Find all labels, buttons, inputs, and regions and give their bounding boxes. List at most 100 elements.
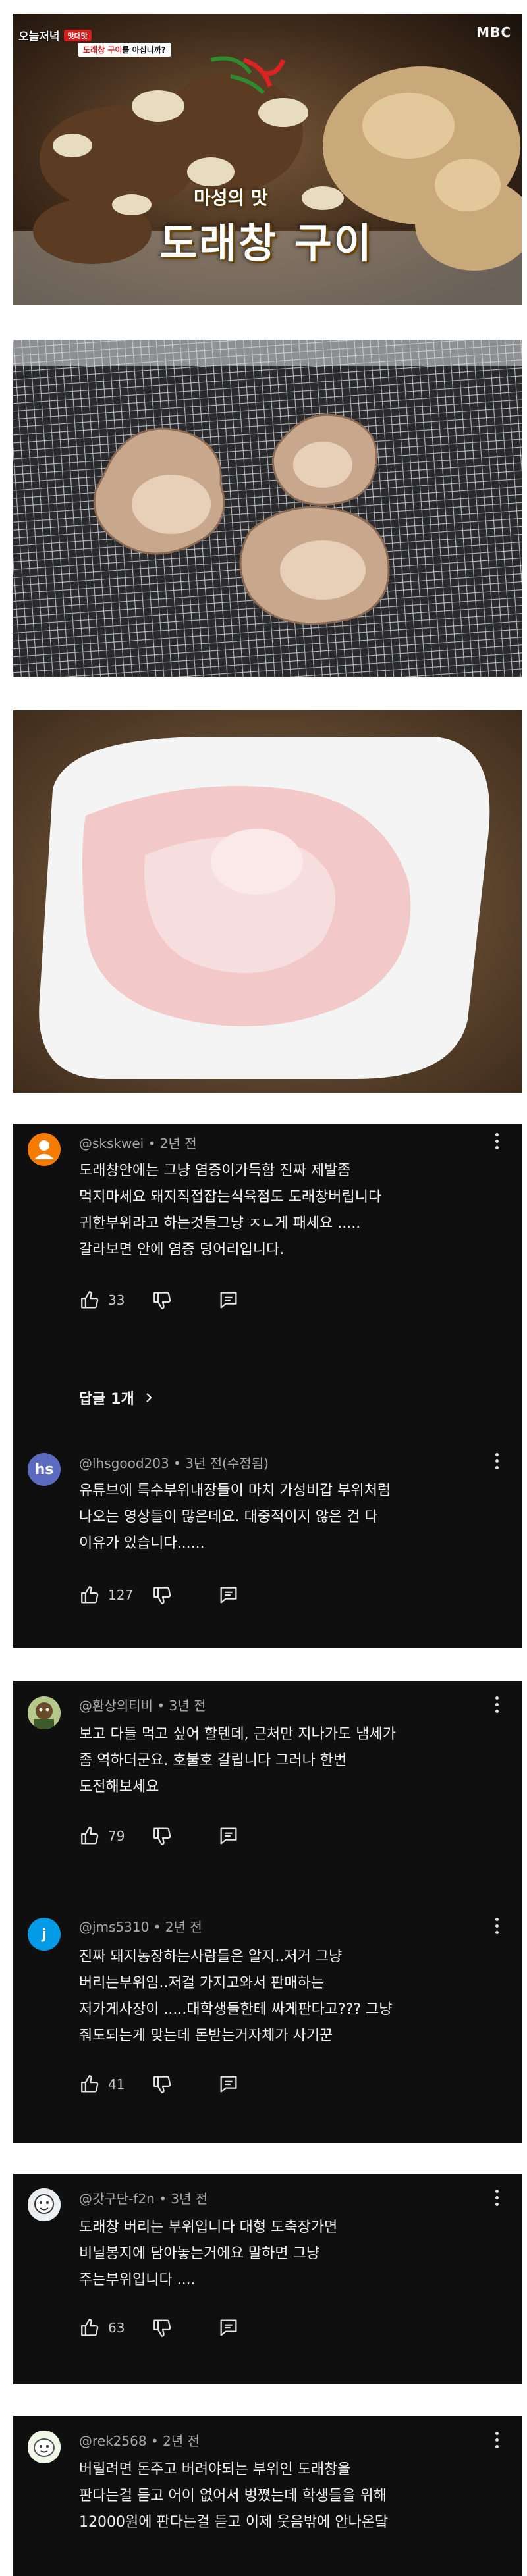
comment-line: 12000원에 판다는걸 듣고 이제 웃음밖에 안나온닼 xyxy=(79,2514,389,2531)
dot-icon xyxy=(495,1696,499,1700)
like-button[interactable]: 79 xyxy=(79,1825,148,1847)
comment-author[interactable]: @환상의티비 xyxy=(79,1698,153,1714)
comment-author[interactable]: @skskwei xyxy=(79,1136,144,1151)
comment-time: 3년 전 xyxy=(169,1698,206,1714)
avatar[interactable] xyxy=(28,1696,61,1729)
comment-time: 2년 전 xyxy=(159,1136,197,1151)
dislike-button[interactable] xyxy=(152,2073,217,2095)
comment-author[interactable]: @lhsgood203 xyxy=(79,1456,169,1471)
replies-toggle[interactable]: 답글 1개 xyxy=(79,1387,155,1408)
caption-highlight: 도래창 구이 xyxy=(83,45,123,55)
comment-line: 먹지마세요 돼지직접잡는식육점도 도래창버립니다 xyxy=(79,1189,382,1205)
reply-button[interactable] xyxy=(217,1584,240,1606)
more-options-button[interactable] xyxy=(494,1918,499,1934)
comment-line: 도전해보세요 xyxy=(79,1779,159,1795)
thumbs-down-icon xyxy=(153,2319,171,2337)
comment-text: 유튜브에 특수부위내장들이 마치 가성비갑 부위처럼 나오는 영상들이 많은데요… xyxy=(79,1478,501,1557)
more-options-button[interactable] xyxy=(494,2190,499,2206)
reply-button[interactable] xyxy=(217,1825,240,1847)
comment-line: 이유가 있습니다...... xyxy=(79,1535,205,1552)
more-options-button[interactable] xyxy=(494,1453,499,1469)
avatar[interactable] xyxy=(28,2188,61,2221)
like-button[interactable]: 127 xyxy=(79,1584,148,1606)
like-button[interactable]: 41 xyxy=(79,2073,148,2095)
like-count: 33 xyxy=(108,1292,125,1308)
thumbs-down-icon xyxy=(153,1292,171,1309)
more-options-button[interactable] xyxy=(494,1133,499,1149)
comment-author[interactable]: @갓구단-f2n xyxy=(79,2191,155,2207)
dot-icon xyxy=(495,2445,499,2448)
comment-item: @rek2568 • 2년 전 버릴려면 돈주고 버려야되는 부위인 도래창을 … xyxy=(13,2416,522,2576)
reply-button[interactable] xyxy=(217,2073,240,2095)
comment-line: 도래창 버리는 부위입니다 대형 도축장가면 xyxy=(79,2219,338,2236)
comment-line: 비닐봉지에 담아놓는거에요 말하면 그냥 xyxy=(79,2246,320,2262)
program-title: 오늘저녁 xyxy=(18,30,60,43)
dot-icon xyxy=(495,1924,499,1928)
comment-time: 3년 전(수정됨) xyxy=(185,1456,269,1471)
dot-icon xyxy=(495,1459,499,1463)
dot-icon xyxy=(495,1140,499,1143)
comment-line: 주는부위입니다 .... xyxy=(79,2272,196,2288)
dot-icon xyxy=(495,2432,499,2435)
comment-text: 도래창 버리는 부위입니다 대형 도축장가면 비닐봉지에 담아놓는거에요 말하면… xyxy=(79,2215,501,2294)
thumbs-down-icon xyxy=(153,1587,171,1604)
comment-line: 판다는걸 듣고 어이 없어서 벙쪘는데 학생들을 위해 xyxy=(79,2488,387,2504)
comment-line: 보고 다들 먹고 싶어 할텐데, 근처만 지나가도 냄세가 xyxy=(79,1726,396,1743)
dislike-button[interactable] xyxy=(152,1825,217,1847)
reply-icon xyxy=(220,1587,237,1604)
avatar[interactable] xyxy=(28,1133,61,1166)
comment-item: @skskwei • 2년 전 도래창안에는 그냥 염증이가득함 진짜 제발좀 … xyxy=(13,1124,522,1413)
cartoon-icon xyxy=(28,2431,61,2463)
comment-meta: @lhsgood203 • 3년 전(수정됨) xyxy=(79,1456,269,1471)
program-badge: 맛대맛 xyxy=(63,29,92,41)
like-count: 41 xyxy=(108,2076,125,2092)
comment-line: 버리는부위임..저걸 가지고와서 판매하는 xyxy=(79,1975,325,1991)
comment-author[interactable]: @jms5310 xyxy=(79,1919,149,1935)
reply-button[interactable] xyxy=(217,1289,240,1311)
more-options-button[interactable] xyxy=(494,1696,499,1713)
comment-time: 3년 전 xyxy=(171,2191,208,2207)
thumbs-up-icon xyxy=(81,2075,99,2093)
dislike-button[interactable] xyxy=(152,1584,217,1606)
reply-icon xyxy=(220,1292,237,1309)
reply-button[interactable] xyxy=(217,2317,240,2339)
dislike-button[interactable] xyxy=(152,2317,217,2339)
comment-line: 줘도되는게 맞는데 돈받는거자체가 사기꾼 xyxy=(79,2028,333,2044)
comment-actions: 127 xyxy=(79,1582,240,1608)
tv-screenshot-grilled-dish: 오늘저녁 맛대맛 도래창 구이를 아십니까? MBC 마성의 맛 도래창 구이 xyxy=(13,14,522,305)
comment-item: @갓구단-f2n • 3년 전 도래창 버리는 부위입니다 대형 도축장가면 비… xyxy=(13,2174,522,2384)
comment-line: 좀 역하더군요. 호불호 갈립니다 그러나 한번 xyxy=(79,1752,347,1769)
reply-icon xyxy=(220,1827,237,1845)
comment-meta: @jms5310 • 2년 전 xyxy=(79,1919,202,1935)
grill-photo xyxy=(13,340,522,677)
caption-rest: 를 아십니까? xyxy=(122,45,166,55)
avatar[interactable]: j xyxy=(28,1918,61,1951)
avatar[interactable] xyxy=(28,2431,61,2463)
title-overlay: 도래창 구이 xyxy=(159,219,374,267)
channel-logo: MBC xyxy=(476,24,511,40)
comment-time: 2년 전 xyxy=(165,1919,202,1935)
like-button[interactable]: 63 xyxy=(79,2317,148,2339)
cartoon-icon xyxy=(28,2188,61,2221)
character-icon xyxy=(28,1696,61,1729)
reply-icon xyxy=(220,2319,237,2336)
comment-item: hs @lhsgood203 • 3년 전(수정됨) 유튜브에 특수부위내장들이… xyxy=(13,1444,522,1648)
comment-actions: 41 xyxy=(79,2071,240,2097)
like-count: 127 xyxy=(108,1587,134,1603)
comment-line: 나오는 영상들이 많은데요. 대중적이지 않은 건 다 xyxy=(79,1509,378,1525)
dot-icon xyxy=(495,1931,499,1934)
dot-icon xyxy=(495,1133,499,1136)
dot-icon xyxy=(495,1453,499,1456)
comment-text: 보고 다들 먹고 싶어 할텐데, 근처만 지나가도 냄세가 좀 역하더군요. 호… xyxy=(79,1722,501,1801)
dislike-button[interactable] xyxy=(152,1289,217,1311)
replies-label: 답글 1개 xyxy=(79,1391,134,1407)
comment-author[interactable]: @rek2568 xyxy=(79,2433,147,2449)
raw-plate-image xyxy=(13,710,522,1093)
comment-line: 유튜브에 특수부위내장들이 마치 가성비갑 부위처럼 xyxy=(79,1483,391,1499)
comment-meta: @rek2568 • 2년 전 xyxy=(79,2433,200,2449)
avatar[interactable]: hs xyxy=(28,1453,61,1486)
thumbs-up-icon xyxy=(81,1291,99,1309)
more-options-button[interactable] xyxy=(494,2432,499,2448)
like-button[interactable]: 33 xyxy=(79,1289,148,1311)
comment-line: 진짜 돼지농장하는사람들은 알지..저거 그냥 xyxy=(79,1949,343,1965)
